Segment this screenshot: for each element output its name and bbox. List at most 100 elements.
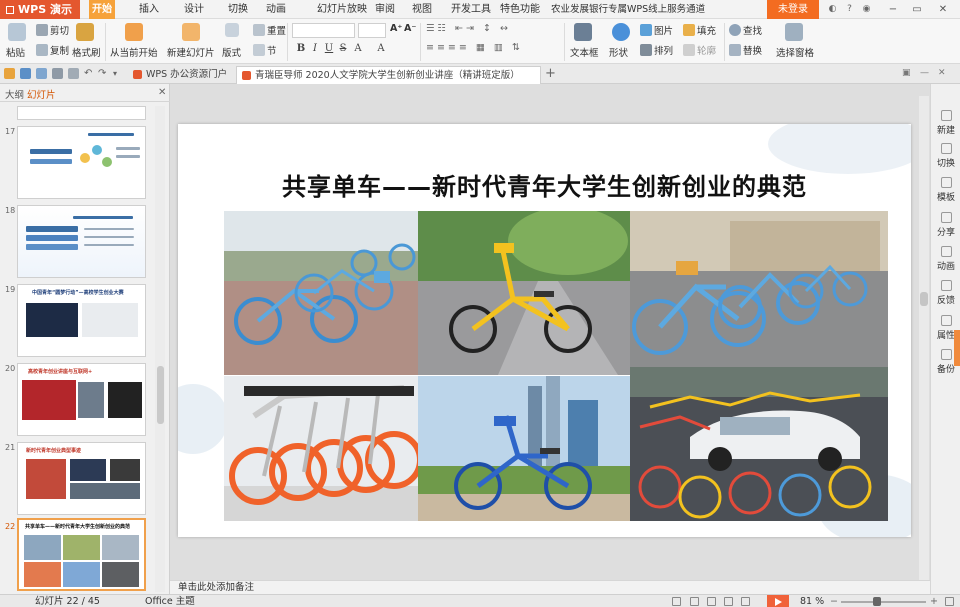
doc-tab-wps-portal[interactable]: WPS 办公资源门户 <box>128 66 232 84</box>
photo-blue-bikes-plaza[interactable] <box>630 211 888 367</box>
zoom-level[interactable]: 81 % <box>800 595 824 607</box>
select-pane-button[interactable]: 选择窗格 <box>776 45 814 59</box>
slide-thumbnail[interactable] <box>17 106 146 120</box>
tab-list-icon[interactable]: ▣ <box>902 68 913 79</box>
doc-tab-presentation[interactable]: 青瑞臣导师 2020人文学院大学生创新创业讲座（精讲班定版）9999.pptx <box>236 66 541 98</box>
slide-thumbnail-20[interactable]: 高校青年创业讲座与互联网+ <box>17 363 146 436</box>
sidebar-new[interactable]: 新建 <box>931 110 960 136</box>
spell-check-icon[interactable] <box>672 597 681 606</box>
format-painter-icon[interactable] <box>76 23 94 41</box>
tab-review[interactable]: 审阅 <box>372 0 398 19</box>
sidebar-transition[interactable]: 切换 <box>931 143 960 169</box>
help-icon[interactable]: ? <box>843 3 856 16</box>
bold-button[interactable]: B <box>294 42 308 56</box>
zoom-slider-knob[interactable] <box>873 597 881 606</box>
tab-animation[interactable]: 动画 <box>263 0 289 19</box>
list-buttons-icon[interactable]: ☰☷ ⇤⇥ ↕ ↔ <box>426 23 511 34</box>
new-slide-icon[interactable] <box>182 23 200 41</box>
new-tab-icon[interactable]: + <box>545 66 556 82</box>
italic-button[interactable]: I <box>308 42 322 56</box>
arrange-button[interactable]: 排列 <box>640 43 673 57</box>
fill-button[interactable]: 填充 <box>683 23 716 37</box>
print-icon[interactable] <box>52 68 63 79</box>
cut-button[interactable]: 剪切 <box>36 23 69 37</box>
tab-slideshow[interactable]: 幻灯片放映 <box>314 0 370 19</box>
sidebar-share[interactable]: 分享 <box>931 212 960 238</box>
current-slide[interactable]: 共享单车——新时代青年大学生创新创业的典范 <box>178 124 911 537</box>
tab-outline[interactable]: 大纲 <box>5 87 24 101</box>
tab-home[interactable]: 开始 <box>89 0 115 19</box>
tab-insert[interactable]: 插入 <box>136 0 162 19</box>
layout-button[interactable]: 版式 <box>222 45 241 59</box>
settings-icon[interactable]: ◉ <box>860 3 873 16</box>
font-size-combo[interactable] <box>358 23 386 38</box>
redo-icon[interactable]: ↷ <box>98 68 109 79</box>
slide-thumbnail-18[interactable] <box>17 205 146 278</box>
photo-bike-parking-chaos[interactable] <box>630 367 888 521</box>
slide-title[interactable]: 共享单车——新时代青年大学生创新创业的典范 <box>178 167 911 202</box>
copy-button[interactable]: 复制 <box>36 43 69 57</box>
font-color-button[interactable]: A <box>351 42 365 56</box>
tab-transition[interactable]: 切换 <box>225 0 251 19</box>
sidebar-animation[interactable]: 动画 <box>931 246 960 272</box>
print-preview-icon[interactable] <box>68 68 79 79</box>
save-icon[interactable] <box>20 68 31 79</box>
theme-name[interactable]: Office 主题 <box>145 595 195 607</box>
select-pane-icon[interactable] <box>785 23 803 41</box>
photo-blue-bike-city[interactable] <box>418 376 630 521</box>
tab-view[interactable]: 视图 <box>409 0 435 19</box>
underline-button[interactable]: U <box>322 42 336 56</box>
tab-developer[interactable]: 开发工具 <box>448 0 494 19</box>
new-slide-button[interactable]: 新建幻灯片 <box>167 45 215 59</box>
photo-orange-bikes-row[interactable] <box>224 376 418 521</box>
minimize-icon[interactable]: − <box>882 0 904 19</box>
tab-special[interactable]: 特色功能 <box>497 0 543 19</box>
format-painter-button[interactable]: 格式刷 <box>72 45 101 59</box>
paste-icon[interactable] <box>8 23 26 41</box>
thumbnail-scroll-thumb[interactable] <box>157 366 164 424</box>
close-icon[interactable]: ✕ <box>932 0 954 19</box>
export-icon[interactable] <box>36 68 47 79</box>
login-button[interactable]: 未登录 <box>767 0 819 19</box>
close-doc-icon[interactable]: ✕ <box>938 68 949 79</box>
from-current-button[interactable]: 从当前开始 <box>110 45 158 59</box>
sidebar-feedback[interactable]: 反馈 <box>931 280 960 306</box>
app-menu-button[interactable]: WPS 演示 ▾ <box>0 0 80 35</box>
restore-icon[interactable]: ▭ <box>906 0 928 19</box>
shape-button[interactable]: 形状 <box>609 45 628 59</box>
paste-button[interactable]: 粘贴 <box>6 45 25 59</box>
zoom-out-icon[interactable]: − <box>830 595 838 607</box>
sidebar-template[interactable]: 模板 <box>931 177 960 203</box>
tab-bank-service[interactable]: 农业发展银行专属WPS线上服务通道 <box>548 0 708 19</box>
thumbnail-scrollbar[interactable] <box>155 106 165 592</box>
canvas-scrollbar[interactable] <box>919 96 929 580</box>
reading-view-icon[interactable] <box>724 597 733 606</box>
find-button[interactable]: 查找 <box>729 23 762 37</box>
picture-button[interactable]: 图片 <box>640 23 673 37</box>
grow-font-icon[interactable]: A⁺ <box>390 23 402 34</box>
zoom-slider[interactable] <box>841 601 926 603</box>
play-from-current-icon[interactable] <box>125 23 143 41</box>
close-icon[interactable]: ✕ <box>158 87 166 98</box>
font-name-combo[interactable] <box>292 23 355 38</box>
notes-pane[interactable]: 单击此处添加备注 <box>170 580 930 594</box>
skin-icon[interactable]: ◐ <box>826 3 839 16</box>
open-folder-icon[interactable] <box>4 68 15 79</box>
shrink-font-icon[interactable]: A⁻ <box>404 23 416 34</box>
slide-thumbnail-22-selected[interactable]: 共享单车——新时代青年大学生创新创业的典范 <box>17 518 146 591</box>
text-box-button[interactable]: 文本框 <box>570 45 599 59</box>
chevron-down-icon[interactable]: ▾ <box>113 68 124 79</box>
fit-window-icon[interactable] <box>945 597 954 606</box>
slide-thumbnail-21[interactable]: 新时代青年创业典型事迹 <box>17 442 146 515</box>
slide-thumbnail-17[interactable] <box>17 126 146 199</box>
slide-sorter-icon[interactable] <box>707 597 716 606</box>
strike-button[interactable]: S <box>336 42 350 56</box>
photo-yellow-bike-road[interactable] <box>418 211 630 375</box>
canvas-scroll-thumb[interactable] <box>920 292 928 306</box>
align-buttons-icon[interactable]: ≡≡≡≡ ▦ ▥ ⇅ <box>426 42 523 53</box>
char-spacing-button[interactable]: A <box>374 42 388 56</box>
text-box-icon[interactable] <box>574 23 592 41</box>
normal-view-icon[interactable] <box>690 597 699 606</box>
outline-button[interactable]: 轮廓 <box>683 43 716 57</box>
photo-blue-bikes-sidewalk[interactable] <box>224 211 418 375</box>
